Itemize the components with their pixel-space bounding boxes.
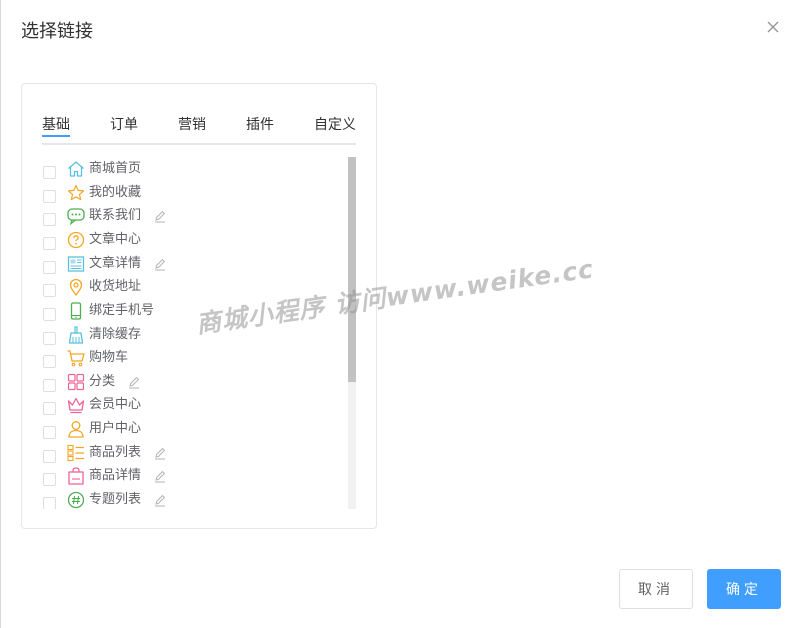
pencil-icon[interactable]: [127, 375, 141, 389]
dialog-title: 选择链接: [21, 21, 93, 42]
active-tab-indicator: [42, 135, 70, 137]
tab-label: 订单: [110, 117, 138, 133]
close-icon: [767, 21, 779, 33]
item-label: 文章详情: [89, 256, 142, 271]
item-label: 我的收藏: [89, 185, 142, 200]
list-item[interactable]: 商品详情: [42, 465, 342, 487]
list-icon: [66, 443, 86, 463]
cancel-button[interactable]: 取消: [619, 569, 693, 609]
list-item[interactable]: 文章详情: [42, 253, 342, 275]
mobile-phone-icon: [66, 301, 86, 321]
item-checkbox[interactable]: [43, 189, 56, 203]
tab-label: 基础: [42, 117, 70, 133]
list-item[interactable]: 会员中心: [42, 394, 342, 416]
item-label: 商城首页: [89, 161, 142, 176]
item-label: 专题列表: [89, 492, 142, 507]
pencil-icon[interactable]: [153, 469, 167, 483]
item-label: 分类: [89, 374, 116, 389]
chat-bubble-icon: [66, 206, 86, 226]
home-icon: [66, 159, 86, 179]
tab-label: 营销: [178, 117, 206, 133]
link-list[interactable]: 商城首页 我的收藏 联系我们 文章中心 文章详情 收货地址 绑定手机号 清除缓存…: [42, 157, 356, 509]
item-checkbox[interactable]: [43, 260, 56, 274]
list-item[interactable]: 专题列表: [42, 489, 342, 509]
tab-plugins[interactable]: 插件: [246, 115, 274, 135]
list-item[interactable]: 购物车: [42, 347, 342, 369]
grid-category-icon: [66, 372, 86, 392]
tab-marketing[interactable]: 营销: [178, 115, 206, 135]
list-item[interactable]: 文章中心: [42, 229, 342, 251]
item-checkbox[interactable]: [43, 236, 56, 250]
item-label: 商品详情: [89, 468, 142, 483]
item-label: 用户中心: [89, 421, 142, 436]
category-tabs: 基础 订单 营销 插件 自定义: [42, 115, 356, 145]
item-label: 收货地址: [89, 279, 142, 294]
list-item[interactable]: 商城首页: [42, 158, 342, 180]
item-label: 文章中心: [89, 232, 142, 247]
article-icon: [66, 254, 86, 274]
pencil-icon[interactable]: [153, 257, 167, 271]
link-picker-panel: 基础 订单 营销 插件 自定义 商城首页 我的收藏 联系我们 文章中心 文章详情…: [21, 83, 377, 529]
close-button[interactable]: [764, 18, 782, 36]
confirm-label: 确定: [726, 582, 762, 598]
question-circle-icon: [66, 230, 86, 250]
list-scrollbar[interactable]: [348, 157, 356, 509]
item-checkbox[interactable]: [43, 425, 56, 439]
user-icon: [66, 419, 86, 439]
list-item[interactable]: 收货地址: [42, 276, 342, 298]
item-checkbox[interactable]: [43, 378, 56, 392]
list-item[interactable]: 联系我们: [42, 205, 342, 227]
star-icon: [66, 183, 86, 203]
tab-orders[interactable]: 订单: [110, 115, 138, 135]
list-item[interactable]: 绑定手机号: [42, 300, 342, 322]
list-item[interactable]: 商品列表: [42, 442, 342, 464]
pencil-icon[interactable]: [153, 209, 167, 223]
item-label: 商品列表: [89, 445, 142, 460]
item-label: 联系我们: [89, 208, 142, 223]
item-checkbox[interactable]: [43, 307, 56, 321]
location-pin-icon: [66, 277, 86, 297]
confirm-button[interactable]: 确定: [707, 569, 781, 609]
list-item[interactable]: 分类: [42, 371, 342, 393]
list-item[interactable]: 清除缓存: [42, 324, 342, 346]
item-checkbox[interactable]: [43, 449, 56, 463]
item-checkbox[interactable]: [43, 401, 56, 415]
item-checkbox[interactable]: [43, 354, 56, 368]
left-edge-divider: [0, 0, 1, 628]
tab-custom[interactable]: 自定义: [314, 115, 356, 135]
tab-label: 插件: [246, 117, 274, 133]
item-label: 会员中心: [89, 397, 142, 412]
cart-icon: [66, 348, 86, 368]
item-checkbox[interactable]: [43, 165, 56, 179]
tab-label: 自定义: [314, 117, 356, 133]
item-label: 绑定手机号: [89, 303, 155, 318]
tab-basic[interactable]: 基础: [42, 115, 70, 137]
hashtag-icon: [66, 490, 86, 509]
pencil-icon[interactable]: [153, 446, 167, 460]
item-checkbox[interactable]: [43, 212, 56, 226]
list-item[interactable]: 用户中心: [42, 418, 342, 440]
item-label: 购物车: [89, 350, 129, 365]
scrollbar-thumb[interactable]: [348, 157, 356, 382]
crown-icon: [66, 395, 86, 415]
cancel-label: 取消: [638, 582, 674, 598]
pencil-icon[interactable]: [153, 493, 167, 507]
item-checkbox[interactable]: [43, 331, 56, 345]
list-item[interactable]: 我的收藏: [42, 182, 342, 204]
shopping-bag-icon: [66, 466, 86, 486]
broom-icon: [66, 325, 86, 345]
item-checkbox[interactable]: [43, 472, 56, 486]
item-label: 清除缓存: [89, 327, 142, 342]
item-checkbox[interactable]: [43, 283, 56, 297]
item-checkbox[interactable]: [43, 496, 56, 509]
